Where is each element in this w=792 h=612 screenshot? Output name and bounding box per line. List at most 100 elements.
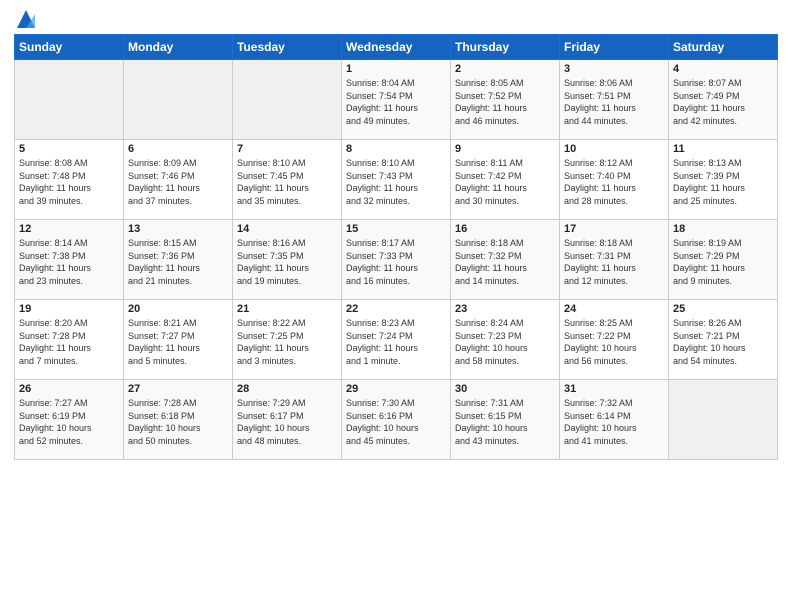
day-cell: 5 Sunrise: 8:08 AM Sunset: 7:48 PM Daylig…	[15, 140, 124, 220]
day-number: 4	[673, 63, 773, 75]
day-info: Sunrise: 8:21 AM Sunset: 7:27 PM Dayligh…	[128, 317, 228, 367]
day-info: Sunrise: 7:30 AM Sunset: 6:16 PM Dayligh…	[346, 397, 446, 447]
day-number: 12	[19, 223, 119, 235]
day-cell	[233, 60, 342, 140]
day-cell: 20 Sunrise: 8:21 AM Sunset: 7:27 PM Dayli…	[124, 300, 233, 380]
day-cell: 13Sunrise: 8:15 AM Sunset: 7:36 PM Dayli…	[124, 220, 233, 300]
day-cell: 1Sunrise: 8:04 AM Sunset: 7:54 PM Daylig…	[342, 60, 451, 140]
day-cell: 27Sunrise: 7:28 AM Sunset: 6:18 PM Dayli…	[124, 380, 233, 460]
day-number: 28	[237, 383, 337, 395]
day-info: Sunrise: 8:20 AM Sunset: 7:28 PM Dayligh…	[19, 317, 119, 367]
day-cell: 21Sunrise: 8:22 AM Sunset: 7:25 PM Dayli…	[233, 300, 342, 380]
day-number: 2	[455, 63, 555, 75]
calendar-table: SundayMondayTuesdayWednesdayThursdayFrid…	[14, 34, 778, 460]
day-cell: 26 Sunrise: 7:27 AM Sunset: 6:19 PM Dayli…	[15, 380, 124, 460]
day-cell: 11 Sunrise: 8:13 AM Sunset: 7:39 PM Dayli…	[669, 140, 778, 220]
logo	[14, 10, 35, 28]
week-row-3: 12 Sunrise: 8:14 AM Sunset: 7:38 PM Dayli…	[15, 220, 778, 300]
day-cell: 7 Sunrise: 8:10 AM Sunset: 7:45 PM Daylig…	[233, 140, 342, 220]
day-cell: 31Sunrise: 7:32 AM Sunset: 6:14 PM Dayli…	[560, 380, 669, 460]
day-number: 19	[19, 303, 119, 315]
day-number: 6	[128, 143, 228, 155]
day-number: 30	[455, 383, 555, 395]
day-info: Sunrise: 7:27 AM Sunset: 6:19 PM Dayligh…	[19, 397, 119, 447]
col-header-friday: Friday	[560, 35, 669, 60]
day-number: 15	[346, 223, 446, 235]
day-info: Sunrise: 8:06 AM Sunset: 7:51 PM Dayligh…	[564, 77, 664, 127]
day-info: Sunrise: 8:11 AM Sunset: 7:42 PM Dayligh…	[455, 157, 555, 207]
day-cell: 12 Sunrise: 8:14 AM Sunset: 7:38 PM Dayli…	[15, 220, 124, 300]
day-cell	[124, 60, 233, 140]
day-info: Sunrise: 8:24 AM Sunset: 7:23 PM Dayligh…	[455, 317, 555, 367]
day-info: Sunrise: 8:18 AM Sunset: 7:32 PM Dayligh…	[455, 237, 555, 287]
day-cell: 15 Sunrise: 8:17 AM Sunset: 7:33 PM Dayli…	[342, 220, 451, 300]
day-info: Sunrise: 8:17 AM Sunset: 7:33 PM Dayligh…	[346, 237, 446, 287]
day-cell: 19 Sunrise: 8:20 AM Sunset: 7:28 PM Dayli…	[15, 300, 124, 380]
day-info: Sunrise: 8:15 AM Sunset: 7:36 PM Dayligh…	[128, 237, 228, 287]
day-info: Sunrise: 8:26 AM Sunset: 7:21 PM Dayligh…	[673, 317, 773, 367]
day-number: 26	[19, 383, 119, 395]
day-cell: 3 Sunrise: 8:06 AM Sunset: 7:51 PM Daylig…	[560, 60, 669, 140]
col-header-sunday: Sunday	[15, 35, 124, 60]
col-header-saturday: Saturday	[669, 35, 778, 60]
day-number: 16	[455, 223, 555, 235]
day-number: 3	[564, 63, 664, 75]
day-number: 9	[455, 143, 555, 155]
logo-blue	[14, 10, 35, 28]
day-info: Sunrise: 7:29 AM Sunset: 6:17 PM Dayligh…	[237, 397, 337, 447]
calendar-body: 1Sunrise: 8:04 AM Sunset: 7:54 PM Daylig…	[15, 60, 778, 460]
day-cell: 14Sunrise: 8:16 AM Sunset: 7:35 PM Dayli…	[233, 220, 342, 300]
day-info: Sunrise: 8:13 AM Sunset: 7:39 PM Dayligh…	[673, 157, 773, 207]
week-row-1: 1Sunrise: 8:04 AM Sunset: 7:54 PM Daylig…	[15, 60, 778, 140]
day-info: Sunrise: 8:04 AM Sunset: 7:54 PM Dayligh…	[346, 77, 446, 127]
day-cell: 6 Sunrise: 8:09 AM Sunset: 7:46 PM Daylig…	[124, 140, 233, 220]
day-cell: 16 Sunrise: 8:18 AM Sunset: 7:32 PM Dayli…	[451, 220, 560, 300]
day-cell: 18Sunrise: 8:19 AM Sunset: 7:29 PM Dayli…	[669, 220, 778, 300]
day-cell: 25Sunrise: 8:26 AM Sunset: 7:21 PM Dayli…	[669, 300, 778, 380]
calendar-header-row: SundayMondayTuesdayWednesdayThursdayFrid…	[15, 35, 778, 60]
day-cell: 29Sunrise: 7:30 AM Sunset: 6:16 PM Dayli…	[342, 380, 451, 460]
day-number: 27	[128, 383, 228, 395]
day-number: 8	[346, 143, 446, 155]
day-number: 31	[564, 383, 664, 395]
day-number: 5	[19, 143, 119, 155]
day-cell: 9 Sunrise: 8:11 AM Sunset: 7:42 PM Daylig…	[451, 140, 560, 220]
day-number: 23	[455, 303, 555, 315]
page: SundayMondayTuesdayWednesdayThursdayFrid…	[0, 0, 792, 612]
day-cell: 2 Sunrise: 8:05 AM Sunset: 7:52 PM Daylig…	[451, 60, 560, 140]
day-info: Sunrise: 8:08 AM Sunset: 7:48 PM Dayligh…	[19, 157, 119, 207]
day-info: Sunrise: 8:09 AM Sunset: 7:46 PM Dayligh…	[128, 157, 228, 207]
day-info: Sunrise: 8:05 AM Sunset: 7:52 PM Dayligh…	[455, 77, 555, 127]
day-info: Sunrise: 7:31 AM Sunset: 6:15 PM Dayligh…	[455, 397, 555, 447]
day-info: Sunrise: 8:18 AM Sunset: 7:31 PM Dayligh…	[564, 237, 664, 287]
day-info: Sunrise: 8:14 AM Sunset: 7:38 PM Dayligh…	[19, 237, 119, 287]
day-number: 20	[128, 303, 228, 315]
week-row-5: 26 Sunrise: 7:27 AM Sunset: 6:19 PM Dayli…	[15, 380, 778, 460]
day-number: 22	[346, 303, 446, 315]
day-cell: 4Sunrise: 8:07 AM Sunset: 7:49 PM Daylig…	[669, 60, 778, 140]
day-cell: 30 Sunrise: 7:31 AM Sunset: 6:15 PM Dayli…	[451, 380, 560, 460]
day-cell: 22 Sunrise: 8:23 AM Sunset: 7:24 PM Dayli…	[342, 300, 451, 380]
day-number: 21	[237, 303, 337, 315]
day-cell: 10Sunrise: 8:12 AM Sunset: 7:40 PM Dayli…	[560, 140, 669, 220]
day-number: 17	[564, 223, 664, 235]
day-number: 7	[237, 143, 337, 155]
day-cell: 28 Sunrise: 7:29 AM Sunset: 6:17 PM Dayli…	[233, 380, 342, 460]
col-header-thursday: Thursday	[451, 35, 560, 60]
day-cell: 8 Sunrise: 8:10 AM Sunset: 7:43 PM Daylig…	[342, 140, 451, 220]
day-info: Sunrise: 8:12 AM Sunset: 7:40 PM Dayligh…	[564, 157, 664, 207]
day-cell: 23 Sunrise: 8:24 AM Sunset: 7:23 PM Dayli…	[451, 300, 560, 380]
day-info: Sunrise: 8:10 AM Sunset: 7:43 PM Dayligh…	[346, 157, 446, 207]
day-cell	[15, 60, 124, 140]
header	[14, 10, 778, 28]
day-info: Sunrise: 8:25 AM Sunset: 7:22 PM Dayligh…	[564, 317, 664, 367]
day-number: 14	[237, 223, 337, 235]
col-header-tuesday: Tuesday	[233, 35, 342, 60]
day-number: 24	[564, 303, 664, 315]
day-info: Sunrise: 8:10 AM Sunset: 7:45 PM Dayligh…	[237, 157, 337, 207]
logo-icon	[17, 10, 35, 28]
col-header-wednesday: Wednesday	[342, 35, 451, 60]
day-number: 11	[673, 143, 773, 155]
week-row-4: 19 Sunrise: 8:20 AM Sunset: 7:28 PM Dayli…	[15, 300, 778, 380]
day-info: Sunrise: 8:23 AM Sunset: 7:24 PM Dayligh…	[346, 317, 446, 367]
